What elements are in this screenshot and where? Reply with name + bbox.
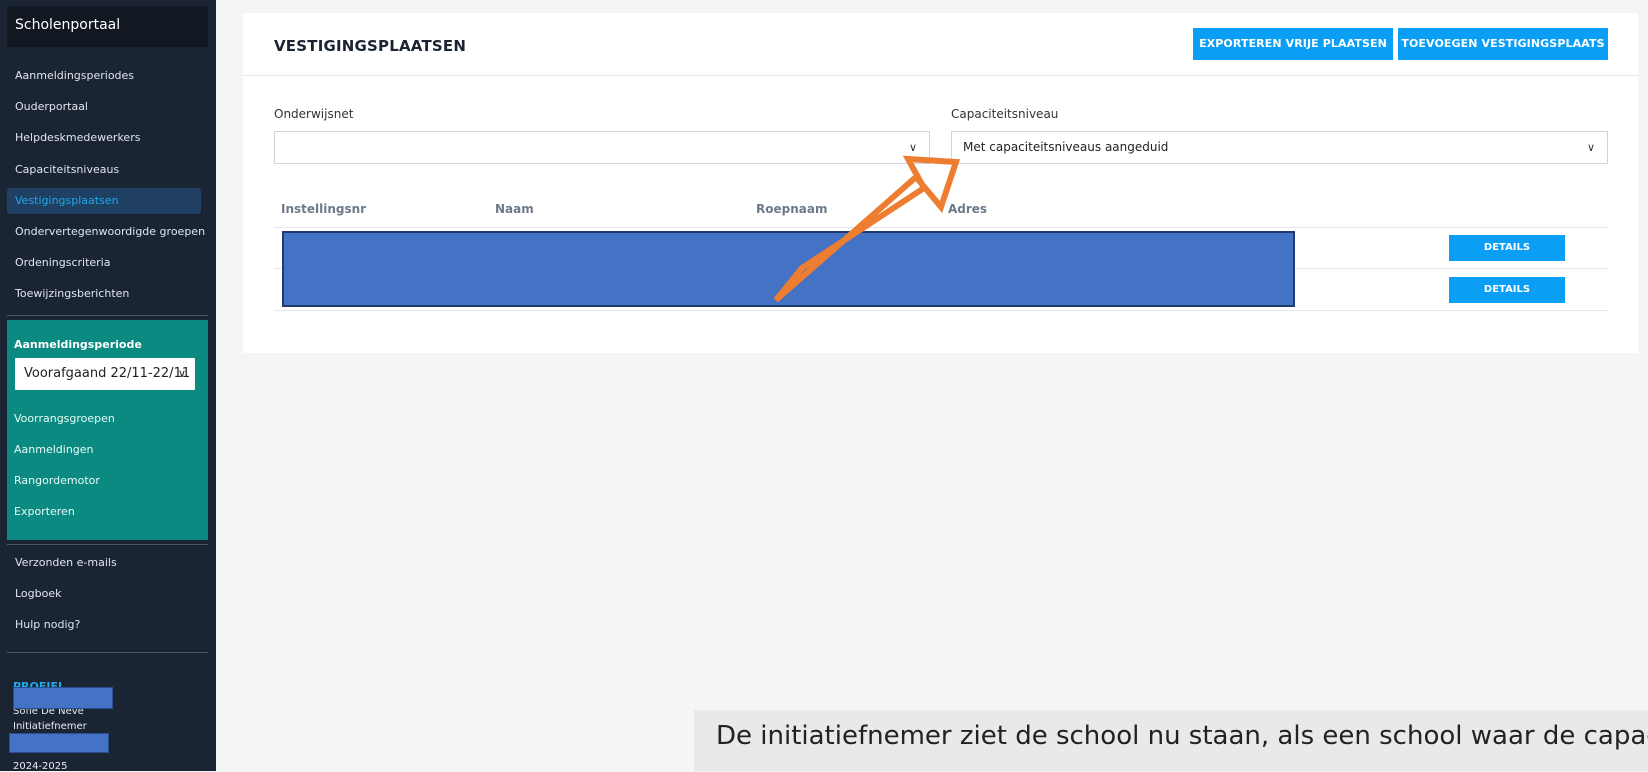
period-select[interactable]: Voorafgaand 22/11-22/11 ∨ [15, 358, 195, 390]
details-button[interactable]: DETAILS [1449, 277, 1565, 303]
table-row-divider [274, 310, 1608, 311]
redaction-box [282, 231, 1295, 307]
sidebar-item-capaciteitsniveaus[interactable]: Capaciteitsniveaus [7, 157, 201, 183]
sidebar-item-hulp[interactable]: Hulp nodig? [7, 612, 201, 638]
main-panel: VESTIGINGSPLAATSEN EXPORTEREN VRIJE PLAA… [243, 13, 1638, 353]
app-brand[interactable]: Scholenportaal [7, 6, 208, 47]
period-link-voorrangsgroepen[interactable]: Voorrangsgroepen [14, 412, 115, 425]
sidebar-item-logboek[interactable]: Logboek [7, 581, 201, 607]
column-header-roepnaam[interactable]: Roepnaam [756, 202, 827, 216]
profile-role: Initiatiefnemer [13, 721, 87, 732]
capaciteitsniveau-label: Capaciteitsniveau [951, 107, 1059, 121]
period-select-value: Voorafgaand 22/11-22/11 [24, 366, 191, 381]
sidebar-divider [7, 652, 208, 653]
details-button[interactable]: DETAILS [1449, 235, 1565, 261]
sidebar-item-ouderportaal[interactable]: Ouderportaal [7, 94, 201, 120]
sidebar-item-aanmeldingsperiodes[interactable]: Aanmeldingsperiodes [7, 63, 201, 89]
chevron-down-icon: ∨ [908, 141, 917, 154]
page-title: VESTIGINGSPLAATSEN [274, 37, 467, 55]
header-divider [243, 75, 1638, 76]
sidebar-item-ondervertegenwoordigde-groepen[interactable]: Ondervertegenwoordigde groepen [7, 219, 205, 245]
add-location-button[interactable]: TOEVOEGEN VESTIGINGSPLAATS [1398, 28, 1608, 60]
column-header-instellingsnr[interactable]: Instellingsnr [281, 202, 366, 216]
period-link-aanmeldingen[interactable]: Aanmeldingen [14, 443, 94, 456]
export-free-places-button[interactable]: EXPORTEREN VRIJE PLAATSEN [1193, 28, 1393, 60]
column-header-adres[interactable]: Adres [948, 202, 987, 216]
period-link-exporteren[interactable]: Exporteren [14, 505, 75, 518]
sidebar-item-vestigingsplaatsen[interactable]: Vestigingsplaatsen [7, 188, 201, 214]
sidebar-item-verzonden-emails[interactable]: Verzonden e-mails [7, 550, 201, 576]
onderwijsnet-label: Onderwijsnet [274, 107, 354, 121]
profile-year: 2024-2025 [13, 761, 68, 772]
sidebar: Scholenportaal Aanmeldingsperiodes Ouder… [0, 0, 216, 772]
capaciteitsniveau-select[interactable]: Met capaciteitsniveaus aangeduid ∨ [951, 131, 1608, 164]
slide-caption: De initiatiefnemer ziet de school nu sta… [694, 710, 1648, 771]
sidebar-item-helpdeskmedewerkers[interactable]: Helpdeskmedewerkers [7, 125, 201, 151]
capaciteitsniveau-value: Met capaciteitsniveaus aangeduid [963, 140, 1169, 154]
sidebar-divider [7, 544, 208, 545]
period-link-rangordemotor[interactable]: Rangordemotor [14, 474, 100, 487]
chevron-down-icon: ∨ [177, 367, 186, 380]
onderwijsnet-select[interactable]: ∨ [274, 131, 930, 164]
sidebar-divider [7, 315, 208, 316]
period-title: Aanmeldingsperiode [14, 338, 142, 351]
chevron-down-icon: ∨ [1586, 141, 1595, 154]
period-panel: Aanmeldingsperiode Voorafgaand 22/11-22/… [7, 320, 208, 540]
column-header-naam[interactable]: Naam [495, 202, 534, 216]
sidebar-item-toewijzingsberichten[interactable]: Toewijzingsberichten [7, 281, 201, 307]
sidebar-item-ordeningscriteria[interactable]: Ordeningscriteria [7, 250, 201, 276]
redaction-box [13, 687, 113, 709]
table-row-divider [274, 227, 1608, 228]
redaction-box [9, 733, 109, 753]
